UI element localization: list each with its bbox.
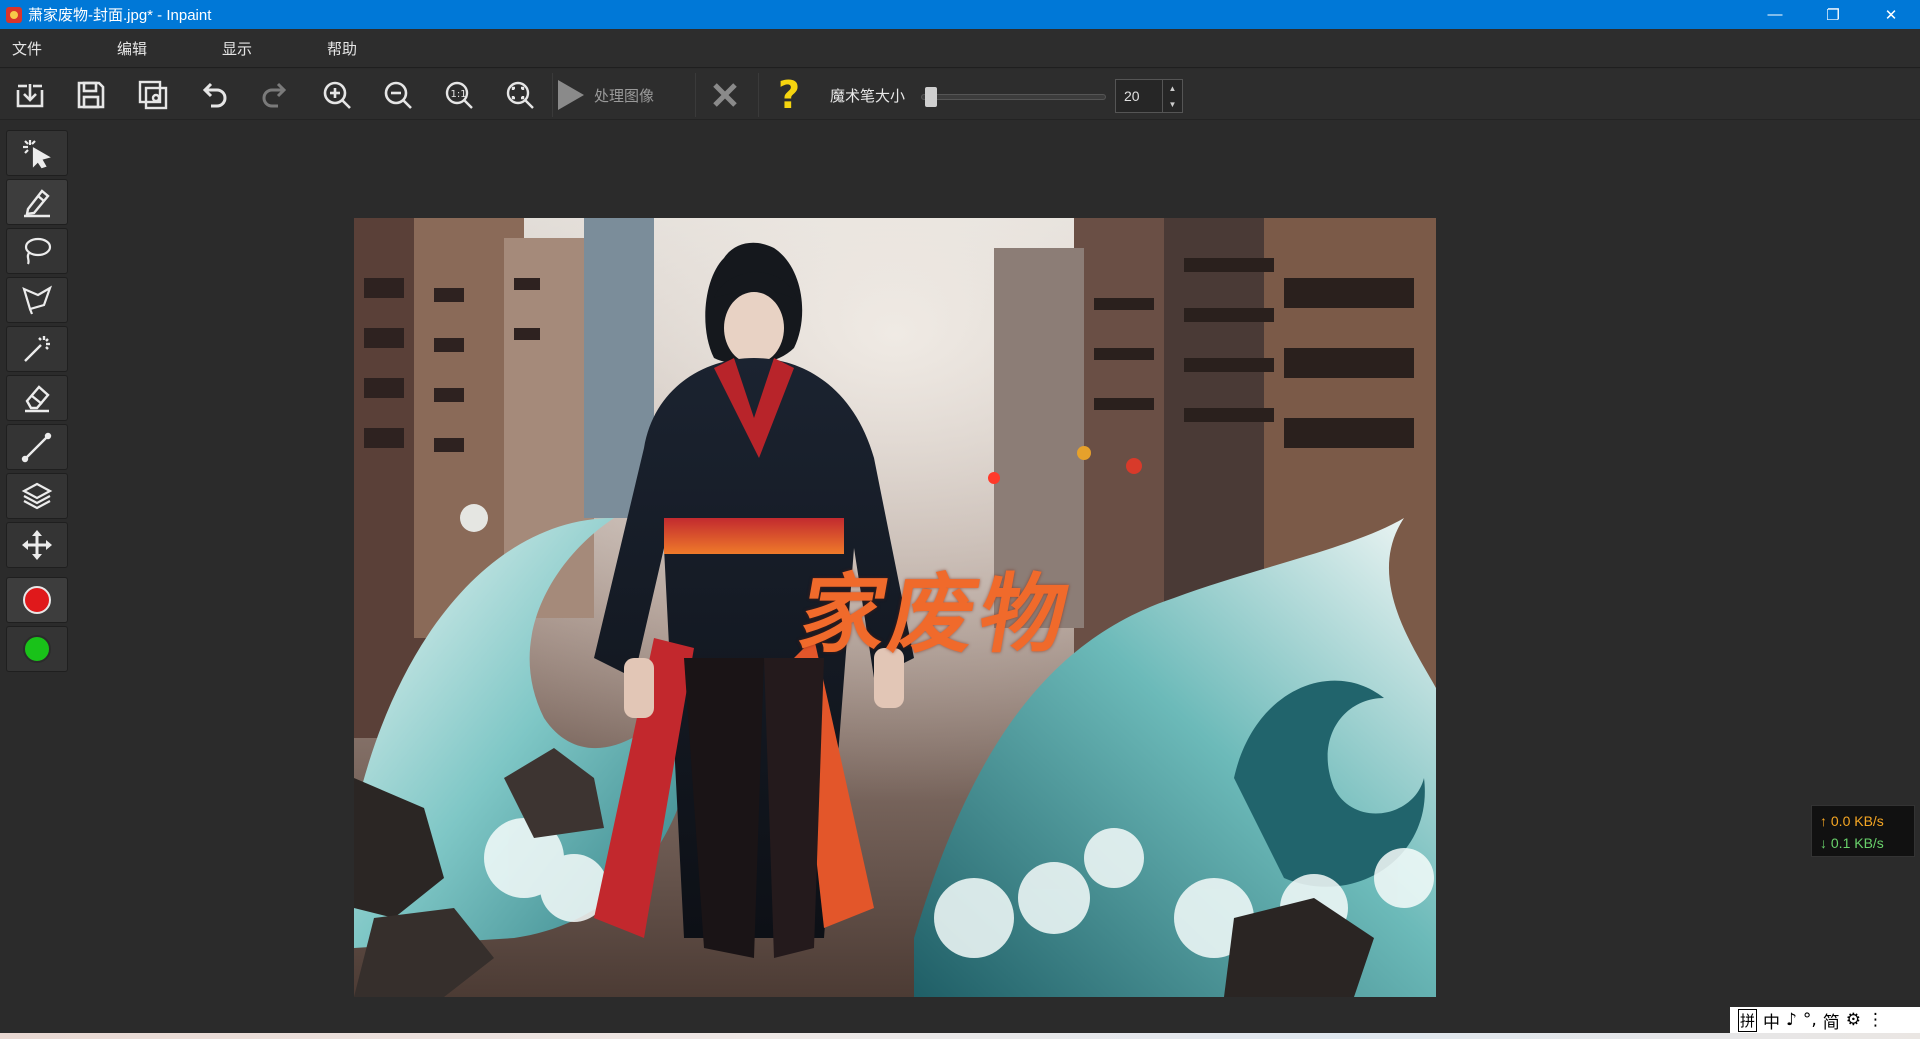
zoom-1to1-button[interactable]: 1:1 bbox=[437, 73, 481, 117]
open-button[interactable] bbox=[8, 73, 52, 117]
zoom-in-button[interactable] bbox=[315, 73, 359, 117]
brush-size-value[interactable]: 20 bbox=[1116, 80, 1162, 112]
tool-lasso[interactable] bbox=[6, 228, 68, 274]
ime-pinyin-icon[interactable]: 拼 bbox=[1738, 1008, 1758, 1032]
green-color-swatch bbox=[23, 635, 51, 663]
cancel-icon bbox=[713, 83, 737, 107]
tool-magic-wand[interactable] bbox=[6, 326, 68, 372]
zoom-out-button[interactable] bbox=[376, 73, 420, 117]
overlay-text: 家废物 bbox=[791, 564, 1080, 665]
ime-more-icon[interactable]: ⋮ bbox=[1867, 1010, 1884, 1030]
help-icon: ? bbox=[777, 73, 801, 117]
cancel-button[interactable] bbox=[703, 73, 747, 117]
tool-marker[interactable] bbox=[6, 179, 68, 225]
tool-line[interactable] bbox=[6, 424, 68, 470]
ime-toolbar: 拼 中 ♪ °, 简 ⚙ ⋮ bbox=[1730, 1007, 1920, 1033]
polygon-lasso-icon bbox=[22, 285, 53, 315]
toolbar-separator bbox=[695, 73, 696, 117]
process-image-label: 处理图像 bbox=[594, 87, 655, 105]
tool-panel bbox=[0, 121, 74, 997]
marker-icon bbox=[24, 189, 50, 218]
line-icon bbox=[21, 432, 52, 463]
help-button[interactable]: ? bbox=[767, 73, 811, 117]
tool-green-color[interactable] bbox=[6, 626, 68, 672]
tool-eraser[interactable] bbox=[6, 375, 68, 421]
ime-simplified-mode[interactable]: 简 bbox=[1823, 1008, 1840, 1033]
menu-file[interactable]: 文件 bbox=[0, 38, 105, 59]
lasso-icon bbox=[24, 237, 52, 265]
undo-icon bbox=[202, 82, 227, 108]
open-icon bbox=[16, 84, 44, 108]
network-speed-widget: ↑ 0.0 KB/s ↓ 0.1 KB/s bbox=[1811, 805, 1915, 857]
eraser-icon bbox=[25, 385, 50, 413]
spin-down-icon[interactable]: ▼ bbox=[1169, 100, 1177, 109]
brush-size-slider[interactable] bbox=[921, 87, 1106, 107]
save-icon bbox=[77, 81, 105, 109]
toolbar-separator bbox=[552, 73, 553, 117]
process-image-button[interactable]: 处理图像 bbox=[558, 73, 654, 117]
move-icon bbox=[22, 530, 52, 560]
selection-icon bbox=[23, 140, 51, 169]
brush-size-label: 魔术笔大小 bbox=[830, 88, 906, 105]
tool-polygon-lasso[interactable] bbox=[6, 277, 68, 323]
save-as-icon bbox=[138, 80, 168, 110]
zoom-out-icon bbox=[384, 81, 412, 109]
red-color-swatch bbox=[23, 586, 51, 614]
title-bar: 萧家废物-封面.jpg* - Inpaint — ❐ ✕ bbox=[0, 0, 1920, 29]
maximize-button[interactable]: ❐ bbox=[1804, 0, 1862, 29]
svg-text:1:1: 1:1 bbox=[451, 89, 467, 100]
menu-view[interactable]: 显示 bbox=[210, 38, 315, 59]
menu-help[interactable]: 帮助 bbox=[315, 38, 420, 59]
window-controls: — ❐ ✕ bbox=[1746, 0, 1920, 29]
menu-edit[interactable]: 编辑 bbox=[105, 38, 210, 59]
upload-speed: ↑ 0.0 KB/s bbox=[1820, 813, 1884, 829]
taskbar-edge bbox=[0, 1033, 1920, 1039]
layers-icon bbox=[21, 482, 53, 510]
save-button[interactable] bbox=[69, 73, 113, 117]
minimize-button[interactable]: — bbox=[1746, 0, 1804, 29]
undo-button[interactable] bbox=[192, 73, 236, 117]
app-icon bbox=[6, 6, 22, 23]
zoom-fit-icon bbox=[506, 81, 534, 109]
tool-move[interactable] bbox=[6, 522, 68, 568]
zoom-fit-button[interactable] bbox=[498, 73, 542, 117]
save-as-button[interactable] bbox=[131, 73, 175, 117]
tool-selection[interactable] bbox=[6, 130, 68, 176]
slider-handle[interactable] bbox=[925, 87, 937, 107]
toolbar-separator bbox=[758, 73, 759, 117]
download-speed: ↓ 0.1 KB/s bbox=[1820, 835, 1884, 851]
magic-wand-icon bbox=[24, 336, 50, 362]
ime-chinese-mode[interactable]: 中 bbox=[1763, 1008, 1780, 1033]
menu-bar: 文件 编辑 显示 帮助 bbox=[0, 29, 1920, 68]
spin-arrows: ▲ ▼ bbox=[1162, 80, 1182, 112]
play-icon bbox=[558, 80, 584, 110]
zoom-1to1-icon: 1:1 bbox=[445, 81, 473, 109]
zoom-in-icon bbox=[323, 81, 351, 109]
ime-moon-icon[interactable]: ♪ bbox=[1786, 1010, 1797, 1030]
brush-size-spinbox[interactable]: 20 ▲ ▼ bbox=[1115, 79, 1183, 113]
toolbar: 1:1 处理图像 ? 魔术笔大小 20 ▲ ▼ bbox=[0, 69, 1920, 120]
tool-layers[interactable] bbox=[6, 473, 68, 519]
redo-button[interactable] bbox=[253, 73, 297, 117]
window-title: 萧家废物-封面.jpg* - Inpaint bbox=[28, 7, 212, 24]
tool-red-color[interactable] bbox=[6, 577, 68, 623]
redo-icon bbox=[262, 82, 287, 108]
ime-punctuation-icon[interactable]: °, bbox=[1803, 1010, 1817, 1030]
image-canvas[interactable]: 家废物 bbox=[354, 218, 1436, 997]
ime-settings-icon[interactable]: ⚙ bbox=[1846, 1010, 1861, 1030]
close-button[interactable]: ✕ bbox=[1862, 0, 1920, 29]
spin-up-icon[interactable]: ▲ bbox=[1169, 84, 1177, 93]
